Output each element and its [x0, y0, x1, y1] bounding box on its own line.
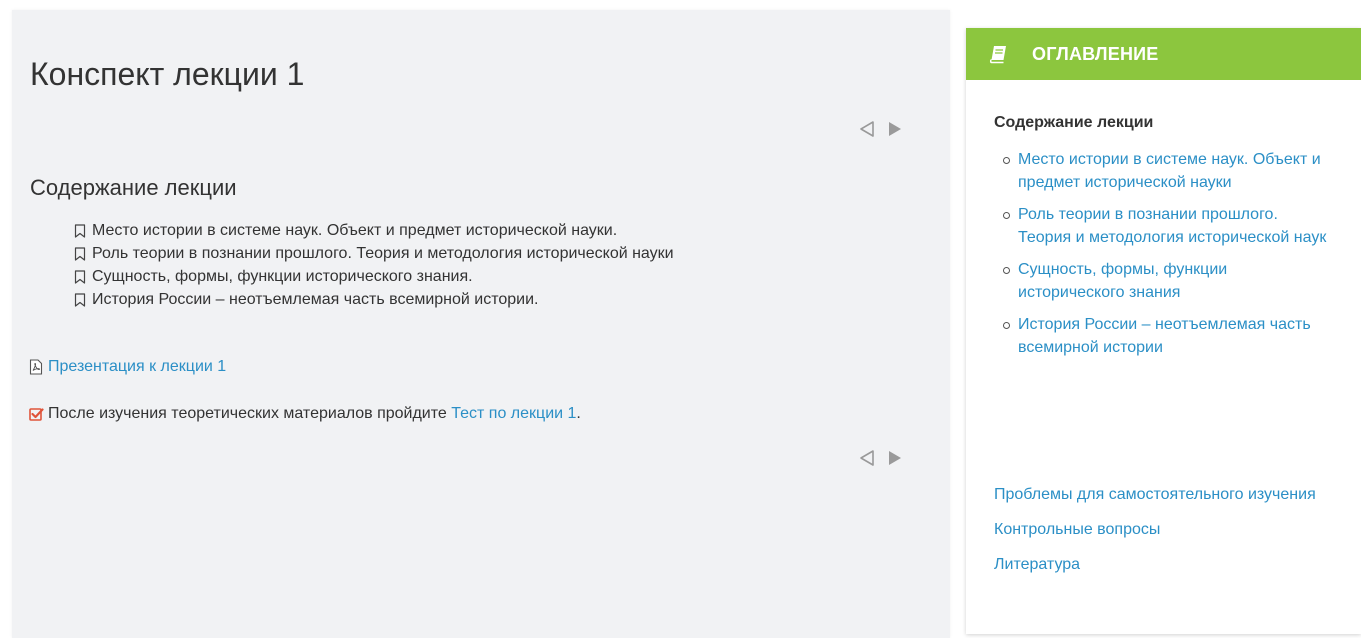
bullet-icon [994, 203, 1018, 249]
prev-arrow-icon[interactable] [856, 447, 878, 469]
section-heading: Содержание лекции [30, 175, 237, 200]
toc-toplink-problems: Проблемы для самостоятельного изучения [994, 482, 1334, 508]
toc-sublink[interactable]: История России – неотъемлемая часть всем… [1018, 313, 1328, 359]
topic-text: Сущность, формы, функции исторического з… [92, 267, 473, 285]
top-navigation [856, 118, 906, 140]
toc-link[interactable]: Контрольные вопросы [994, 521, 1160, 538]
presentation-resource: Презентация к лекции 1 [28, 358, 226, 376]
main-content-panel: Конспект лекции 1 Содержание лекции Мест… [12, 10, 950, 638]
bookmark-icon [72, 246, 88, 262]
topic-text: Роль теории в познании прошлого. Теория … [92, 244, 674, 262]
toc-sublist: Место истории в системе наук. Объект и п… [994, 148, 1334, 368]
bookmark-icon [72, 269, 88, 285]
toc-subitem: Место истории в системе наук. Объект и п… [994, 148, 1334, 194]
bullet-icon [994, 148, 1018, 194]
toc-toplink-literature: Литература [994, 552, 1334, 578]
next-arrow-icon[interactable] [884, 118, 906, 140]
page-title: Конспект лекции 1 [30, 56, 305, 92]
topic-item: Роль теории в познании прошлого. Теория … [72, 242, 674, 265]
topic-list: Место истории в системе наук. Объект и п… [72, 219, 674, 311]
bottom-navigation [856, 447, 906, 469]
quiz-resource: После изучения теоретических материалов … [28, 405, 581, 423]
toc-section-title: Содержание лекции [994, 114, 1154, 131]
toc-subitem: История России – неотъемлемая часть всем… [994, 313, 1334, 359]
table-of-contents-panel: ОГЛАВЛЕНИЕ Содержание лекции Место истор… [966, 28, 1361, 634]
topic-item: История России – неотъемлемая часть всем… [72, 288, 674, 311]
prev-arrow-icon[interactable] [856, 118, 878, 140]
toc-title: ОГЛАВЛЕНИЕ [1032, 43, 1159, 64]
toc-toplinks: Проблемы для самостоятельного изучения К… [994, 482, 1334, 587]
next-arrow-icon[interactable] [884, 447, 906, 469]
toc-header: ОГЛАВЛЕНИЕ [966, 28, 1361, 80]
topic-text: Место истории в системе наук. Объект и п… [92, 221, 618, 239]
topic-item: Сущность, формы, функции исторического з… [72, 265, 674, 288]
checkbox-icon [28, 406, 44, 422]
bullet-icon [994, 313, 1018, 359]
presentation-link[interactable]: Презентация к лекции 1 [48, 358, 226, 376]
toc-toplink-questions: Контрольные вопросы [994, 517, 1334, 543]
toc-link[interactable]: Литература [994, 556, 1080, 573]
toc-sublink[interactable]: Место истории в системе наук. Объект и п… [1018, 148, 1328, 194]
toc-sublink[interactable]: Роль теории в познании прошлого. Теория … [1018, 203, 1328, 249]
toc-subitem: Сущность, формы, функции исторического з… [994, 258, 1334, 304]
page: Конспект лекции 1 Содержание лекции Мест… [0, 0, 1361, 638]
bookmark-icon [72, 223, 88, 239]
quiz-link[interactable]: Тест по лекции 1 [451, 405, 576, 423]
toc-sublink[interactable]: Сущность, формы, функции исторического з… [1018, 258, 1328, 304]
toc-subitem: Роль теории в познании прошлого. Теория … [994, 203, 1334, 249]
pdf-icon [28, 359, 44, 375]
quiz-suffix: . [576, 405, 581, 422]
topic-item: Место истории в системе наук. Объект и п… [72, 219, 674, 242]
bookmark-icon [72, 292, 88, 308]
bullet-icon [994, 258, 1018, 304]
book-icon [988, 43, 1010, 65]
topic-text: История России – неотъемлемая часть всем… [92, 290, 539, 308]
quiz-instruction: После изучения теоретических материалов … [48, 405, 447, 422]
toc-link[interactable]: Проблемы для самостоятельного изучения [994, 486, 1316, 503]
